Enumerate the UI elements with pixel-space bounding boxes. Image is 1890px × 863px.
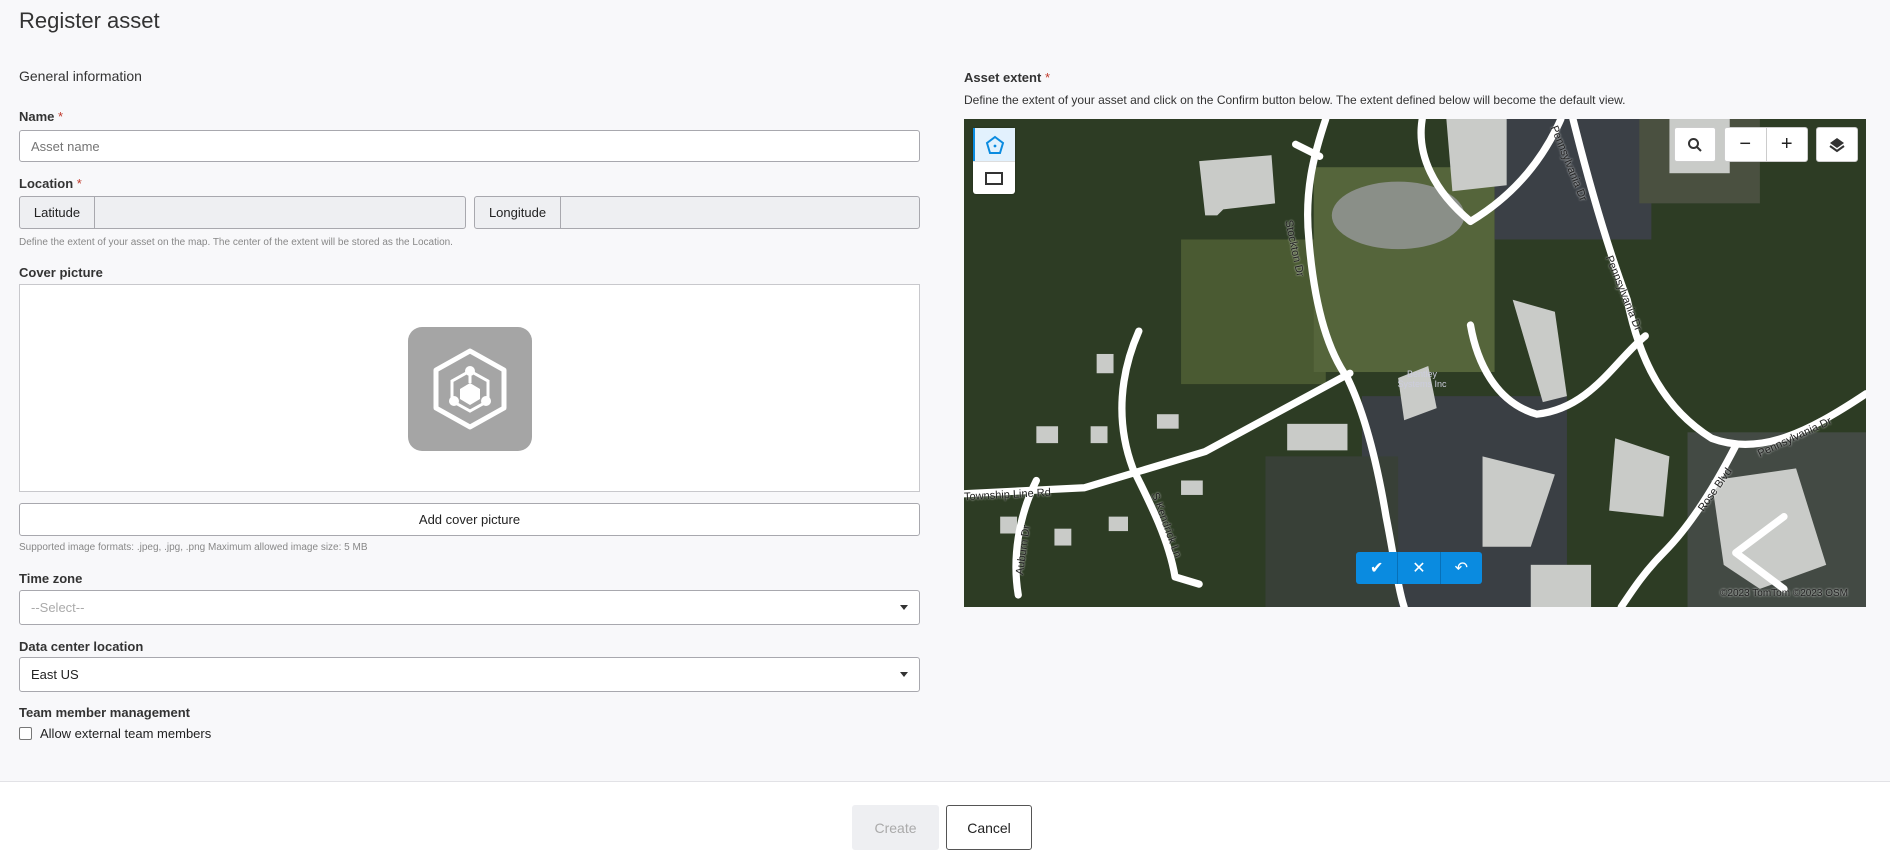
time-zone-value: --Select-- <box>31 600 85 615</box>
footer <box>0 781 1890 863</box>
longitude-value[interactable] <box>561 197 919 228</box>
asset-placeholder-icon <box>408 327 532 451</box>
location-help: Define the extent of your asset on the m… <box>19 237 453 248</box>
rectangle-icon <box>985 172 1003 185</box>
name-label: Name * <box>19 109 63 124</box>
satellite-imagery <box>964 119 1866 607</box>
draw-rectangle-button[interactable] <box>973 161 1015 194</box>
data-center-label: Data center location <box>19 639 144 654</box>
confirm-extent-bar: ✔ ✕ ↶ <box>1356 552 1482 584</box>
cancel-button[interactable]: Cancel <box>946 805 1032 850</box>
cover-help: Supported image formats: .jpeg, .jpg, .p… <box>19 542 368 553</box>
time-zone-label: Time zone <box>19 571 83 586</box>
search-icon <box>1688 137 1702 152</box>
add-cover-picture-button[interactable]: Add cover picture <box>19 503 920 536</box>
layers-button[interactable] <box>1816 127 1858 162</box>
checkbox[interactable] <box>19 727 32 740</box>
asset-extent-label-text: Asset extent <box>964 70 1042 85</box>
location-label-text: Location <box>19 176 74 191</box>
checkbox-label: Allow external team members <box>40 726 212 741</box>
cover-picture-preview <box>19 284 920 492</box>
layers-icon <box>1829 137 1845 152</box>
required-marker: * <box>1044 70 1050 85</box>
create-button[interactable]: Create <box>852 805 939 850</box>
draw-polygon-button[interactable] <box>973 128 1015 161</box>
zoom-out-button[interactable]: − <box>1725 128 1767 161</box>
cancel-extent-button[interactable]: ✕ <box>1398 552 1441 584</box>
team-management-label: Team member management <box>19 705 190 720</box>
name-label-text: Name <box>19 109 55 124</box>
asset-extent-description: Define the extent of your asset and clic… <box>964 93 1626 107</box>
cover-picture-label: Cover picture <box>19 265 103 280</box>
map-search-button[interactable] <box>1674 127 1716 162</box>
required-marker: * <box>58 109 64 124</box>
polygon-icon <box>985 135 1005 154</box>
confirm-button[interactable]: ✔ <box>1356 552 1399 584</box>
required-marker: * <box>76 176 82 191</box>
location-label: Location * <box>19 176 82 191</box>
longitude-addon: Longitude <box>475 197 561 228</box>
longitude-field[interactable]: Longitude <box>474 196 920 229</box>
chevron-down-icon <box>900 605 908 610</box>
poi-label: Bentley Systems Inc <box>1397 369 1447 389</box>
asset-extent-label: Asset extent * <box>964 70 1050 85</box>
data-center-select[interactable]: East US <box>19 657 920 692</box>
time-zone-select[interactable]: --Select-- <box>19 590 920 625</box>
latitude-value[interactable] <box>95 197 465 228</box>
latitude-addon: Latitude <box>20 197 95 228</box>
zoom-controls: − + <box>1724 127 1808 162</box>
section-general-information: General information <box>19 68 142 84</box>
map-attribution: ©2023 TomTom ©2023 OSM <box>1720 588 1848 599</box>
chevron-down-icon <box>900 672 908 677</box>
data-center-value: East US <box>31 667 79 682</box>
allow-external-members[interactable]: Allow external team members <box>19 726 211 741</box>
map[interactable]: Stockton Dr Pennsylvania Dr Pennsylvania… <box>964 119 1866 607</box>
page-title: Register asset <box>19 8 160 33</box>
name-input[interactable] <box>19 130 920 162</box>
zoom-in-button[interactable]: + <box>1767 128 1808 161</box>
latitude-field[interactable]: Latitude <box>19 196 466 229</box>
draw-toolbar <box>973 128 1015 194</box>
undo-button[interactable]: ↶ <box>1441 552 1482 584</box>
